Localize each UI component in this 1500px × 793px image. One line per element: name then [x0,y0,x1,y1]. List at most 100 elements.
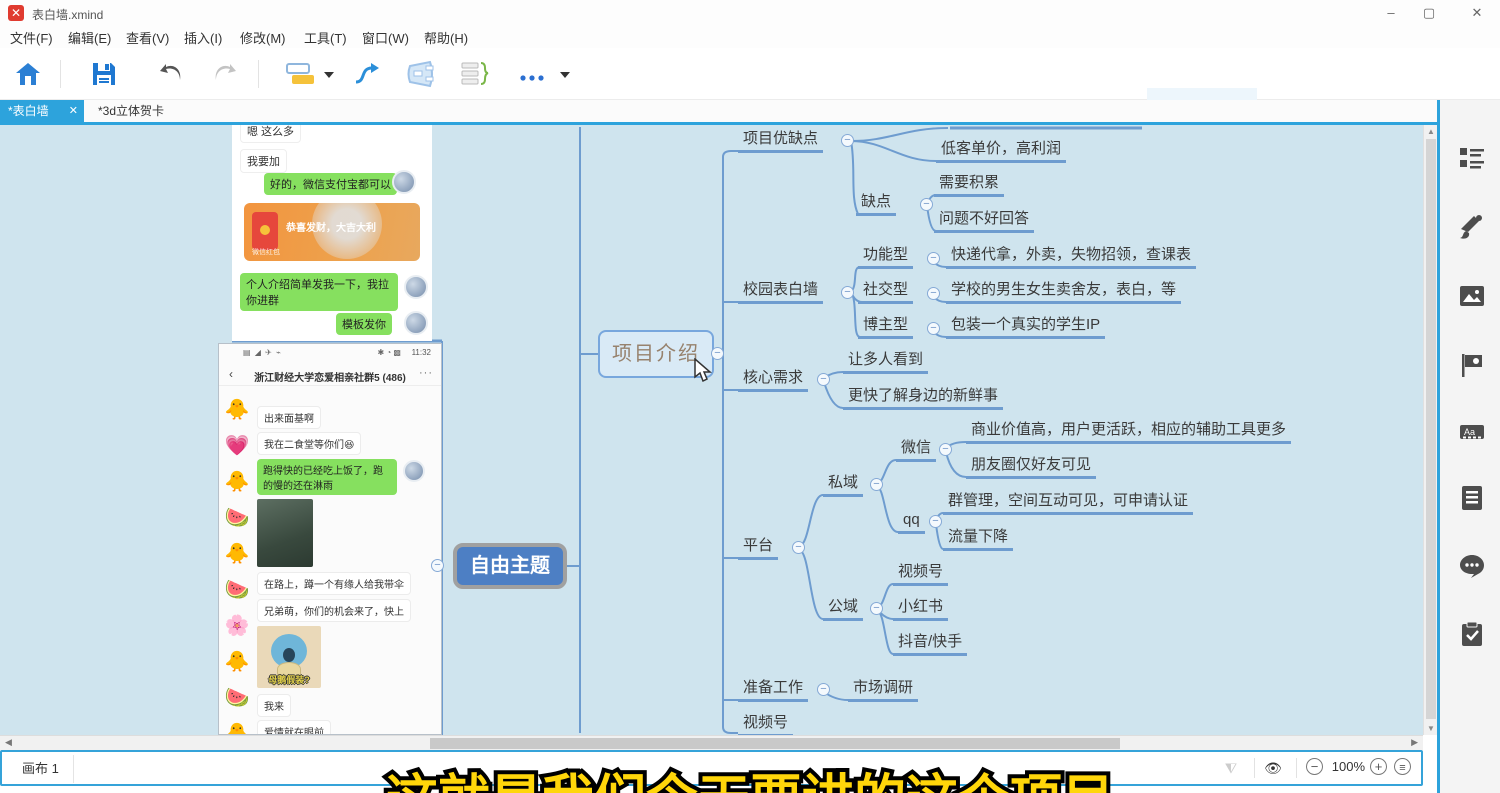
sticker: 🐥 [222,644,252,680]
topic-cons-2[interactable]: 问题不好回答 [934,210,1034,233]
topic-preparation[interactable]: 准备工作 [738,679,808,702]
tab-close-icon[interactable]: ✕ [69,100,78,122]
more-icon[interactable]: ··· [419,367,433,379]
topic-free-root[interactable]: 自由主题 [453,543,567,589]
topic-qq-1[interactable]: 群管理，空间互动可见，可申请认证 [943,492,1193,515]
text-style-icon[interactable]: Aa [1458,418,1486,446]
relationship-button[interactable] [352,60,382,93]
collapse-icon[interactable] [431,559,444,572]
notes-panel-icon[interactable] [1458,484,1486,512]
collapse-icon[interactable] [817,683,830,696]
collapse-icon[interactable] [792,541,805,554]
wechat-screenshot[interactable]: 嗯 这么多 我要加 好的，微信支付宝都可以 恭喜发财，大吉大利 微信红包 个人介… [232,125,432,341]
phone-screenshot[interactable]: 11:32 ‹ 浙江财经大学恋爱相亲社群5 (486) ··· 🐥 💗 🐥 🍉 … [218,343,442,735]
scroll-left-icon[interactable]: ◀ [5,737,12,748]
collapse-icon[interactable] [927,252,940,265]
undo-button[interactable] [156,60,186,93]
topic-wechat-2[interactable]: 朋友圈仅好友可见 [966,456,1096,479]
menu-tools[interactable]: 工具(T) [304,28,347,47]
topic-wechat-1[interactable]: 商业价值高，用户更活跃，相应的辅助工具更多 [966,421,1291,444]
collapse-icon[interactable] [920,198,933,211]
collapse-icon[interactable] [929,515,942,528]
collapse-icon[interactable] [870,478,883,491]
collapse-icon[interactable] [841,134,854,147]
collapse-icon[interactable] [817,373,830,386]
scrollbar-thumb[interactable] [1426,139,1436,719]
task-panel-icon[interactable] [1458,620,1486,648]
zoom-out-icon[interactable] [1306,758,1323,775]
collapse-icon[interactable] [870,602,883,615]
topic-cons-1[interactable]: 需要积累 [934,174,1004,197]
topic-campus-wall[interactable]: 校园表白墙 [738,281,823,304]
topic-need-2[interactable]: 更快了解身边的新鲜事 [843,387,1003,410]
summary-button[interactable] [458,60,492,93]
fit-map-icon[interactable] [1394,758,1411,775]
topic-platform[interactable]: 平台 [738,537,778,560]
topic-pros-cons[interactable]: 项目优缺点 [738,130,823,153]
collapse-icon[interactable] [939,443,952,456]
show-hide-icon[interactable] [1263,758,1283,778]
outline-panel-icon[interactable] [1458,144,1486,172]
more-tools-dropdown-icon[interactable] [560,72,570,78]
minimize-button[interactable] [1374,0,1408,26]
topic-video-account-2[interactable]: 视频号 [738,714,793,735]
menu-help[interactable]: 帮助(H) [424,28,468,47]
menu-view[interactable]: 查看(V) [126,28,169,47]
topic-cons[interactable]: 缺点 [856,193,896,216]
topic-private-domain[interactable]: 私域 [823,474,863,497]
menu-file[interactable]: 文件(F) [10,28,53,47]
menu-window[interactable]: 窗口(W) [362,28,409,47]
more-tools-button[interactable] [518,70,548,88]
topic-qq[interactable]: qq [898,511,925,534]
topic-functional-detail[interactable]: 快递代拿，外卖，失物招领，查课表 [946,246,1196,269]
menu-bar: 文件(F) 编辑(E) 查看(V) 插入(I) 修改(M) 工具(T) 窗口(W… [0,26,1500,48]
phone-status-bar: 11:32 [219,348,441,360]
topic-functional[interactable]: 功能型 [858,246,913,269]
format-brush-icon[interactable] [1458,213,1486,241]
scroll-up-icon[interactable]: ▲ [1424,127,1438,136]
collapse-icon[interactable] [841,286,854,299]
redo-button[interactable] [210,60,240,93]
comment-panel-icon[interactable] [1458,552,1486,580]
scroll-down-icon[interactable]: ▼ [1424,724,1438,733]
home-button[interactable] [14,60,42,93]
topic-need-1[interactable]: 让多人看到 [843,351,928,374]
sheet-tab-canvas1[interactable]: 画布 1 [8,755,74,783]
zoom-in-icon[interactable] [1370,758,1387,775]
scrollbar-thumb[interactable] [430,738,1120,749]
image-panel-icon[interactable] [1458,282,1486,310]
save-button[interactable] [90,60,118,93]
filter-icon[interactable] [1221,758,1241,778]
topic-blogger[interactable]: 博主型 [858,316,913,339]
marker-flag-icon[interactable] [1458,351,1486,379]
sticker: 🍉 [222,500,252,536]
topic-douyin-kuaishou[interactable]: 抖音/快手 [893,633,967,656]
collapse-icon[interactable] [927,322,940,335]
mindmap-canvas[interactable]: 嗯 这么多 我要加 好的，微信支付宝都可以 恭喜发财，大吉大利 微信红包 个人介… [0,125,1423,735]
menu-edit[interactable]: 编辑(E) [68,28,111,47]
topic-video-account[interactable]: 视频号 [893,563,948,586]
horizontal-scrollbar[interactable]: ◀ ▶ [0,735,1423,750]
tab-3d-card[interactable]: *3d立体贺卡 [88,100,174,122]
topic-core-need[interactable]: 核心需求 [738,369,808,392]
maximize-button[interactable] [1412,0,1446,26]
topic-qq-2[interactable]: 流量下降 [943,528,1013,551]
menu-modify[interactable]: 修改(M) [240,28,286,47]
topic-social-detail[interactable]: 学校的男生女生卖舍友，表白，等 [946,281,1181,304]
topic-style-button[interactable] [284,60,314,93]
topic-social[interactable]: 社交型 [858,281,913,304]
scroll-right-icon[interactable]: ▶ [1411,737,1418,748]
topic-xiaohongshu[interactable]: 小红书 [893,598,948,621]
boundary-button[interactable] [404,60,438,93]
menu-insert[interactable]: 插入(I) [184,28,222,47]
topic-public-domain[interactable]: 公域 [823,598,863,621]
tab-biaobaiqiang[interactable]: *表白墙 ✕ [0,100,84,122]
topic-low-price[interactable]: 低客单价，高利润 [936,140,1066,163]
topic-market-research[interactable]: 市场调研 [848,679,918,702]
topic-wechat[interactable]: 微信 [896,439,936,462]
close-button[interactable] [1460,0,1494,26]
vertical-scrollbar[interactable]: ▲ ▼ [1423,125,1437,735]
topic-style-dropdown-icon[interactable] [324,72,334,78]
topic-blogger-detail[interactable]: 包装一个真实的学生IP [946,316,1105,339]
collapse-icon[interactable] [927,287,940,300]
